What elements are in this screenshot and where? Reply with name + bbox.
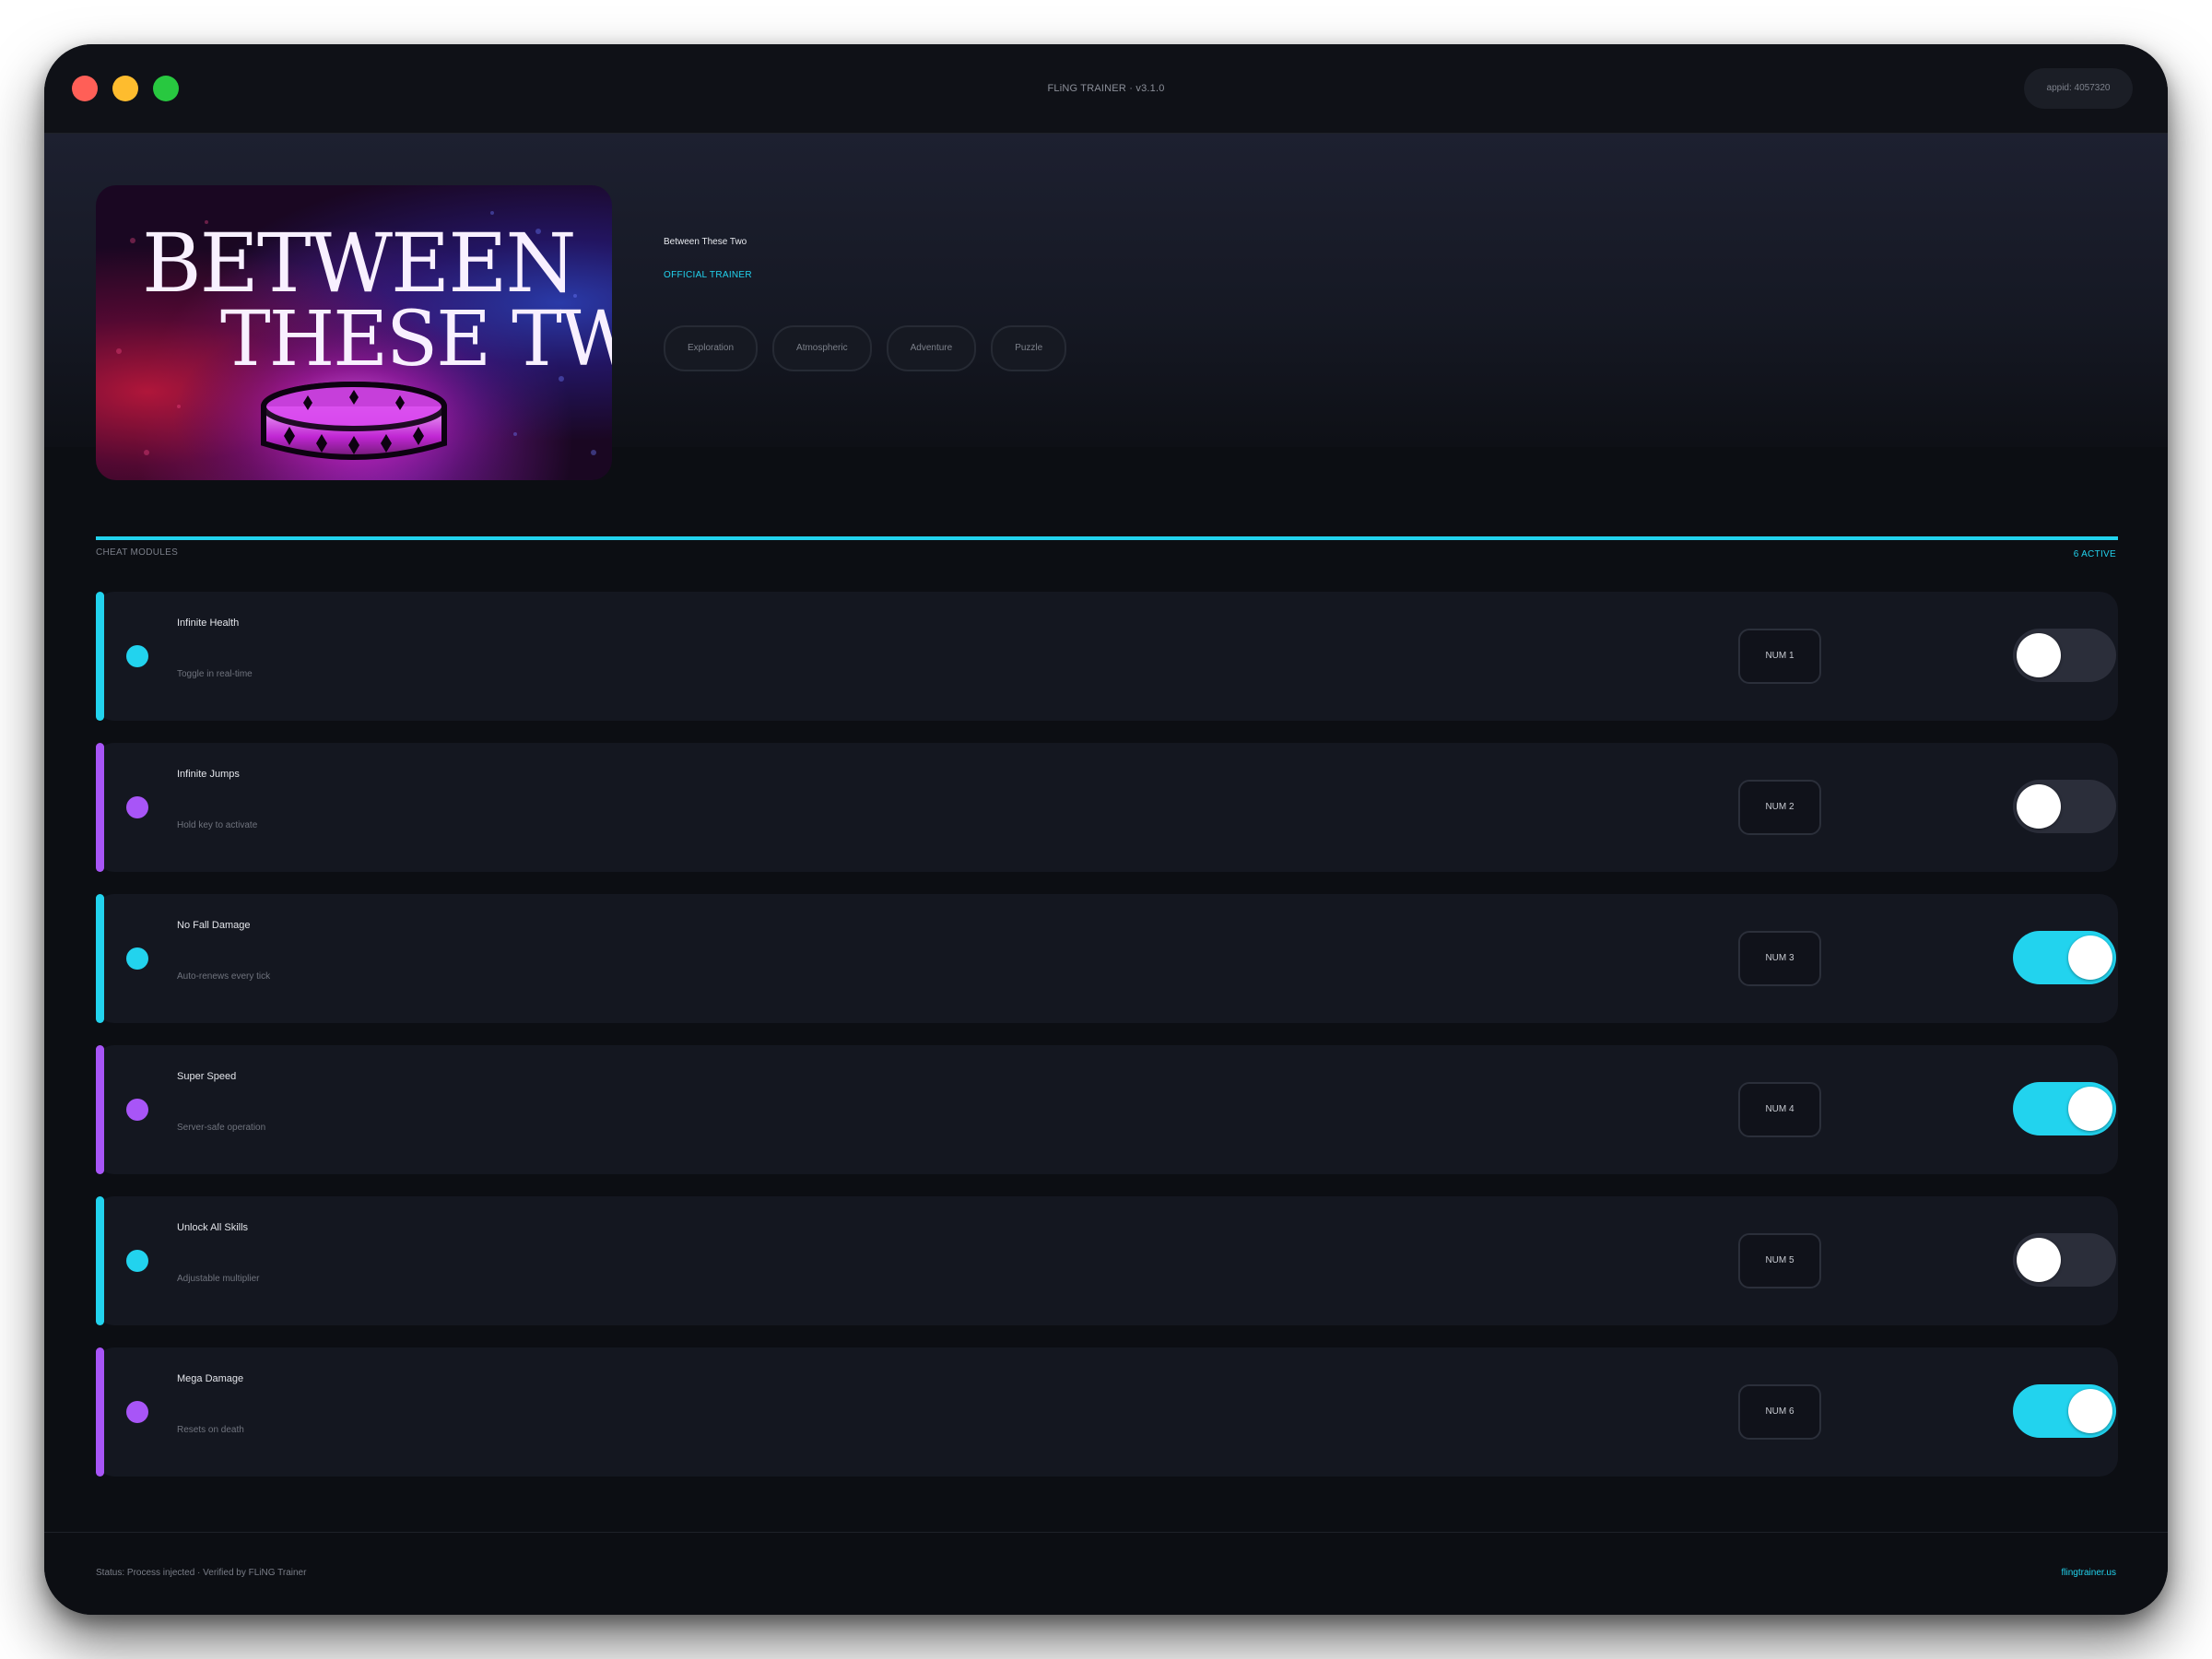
cheat-status-dot <box>126 947 148 970</box>
cheat-name: Super Speed <box>177 1071 237 1082</box>
cheat-description: Server-safe operation <box>177 1123 266 1133</box>
cheat-accent-bar <box>96 1196 104 1325</box>
cheat-status-dot <box>126 645 148 667</box>
cheat-accent-bar <box>96 1045 104 1174</box>
cheat-toggle[interactable] <box>2013 1384 2116 1438</box>
hotkey-button[interactable]: NUM 2 <box>1738 780 1821 835</box>
cheat-row-mega-damage: Mega Damage Resets on death NUM 6 <box>96 1347 2118 1477</box>
cheat-toggle[interactable] <box>2013 1233 2116 1287</box>
cheat-toggle[interactable] <box>2013 629 2116 682</box>
cheat-status-dot <box>126 1401 148 1423</box>
tag-adventure[interactable]: Adventure <box>886 325 977 371</box>
appid-badge: appid: 4057320 <box>2024 68 2133 109</box>
cover-title-line2: THESE TWO <box>220 296 612 383</box>
cheat-description: Toggle in real-time <box>177 669 253 679</box>
section-divider <box>96 536 2118 540</box>
tag-puzzle[interactable]: Puzzle <box>991 325 1067 371</box>
game-cover-art: BETWEEN THESE TWO <box>96 185 612 480</box>
active-count: 6 ACTIVE <box>2073 549 2116 559</box>
toggle-knob <box>2068 1389 2112 1433</box>
toggle-knob <box>2068 1087 2112 1131</box>
cheat-list: Infinite Health Toggle in real-time NUM … <box>96 592 2118 1499</box>
cheat-status-dot <box>126 1250 148 1272</box>
cheat-status-dot <box>126 1099 148 1121</box>
hotkey-button[interactable]: NUM 1 <box>1738 629 1821 684</box>
cheat-row-no-fall-damage: No Fall Damage Auto-renews every tick NU… <box>96 894 2118 1023</box>
genre-tags: Exploration Atmospheric Adventure Puzzle <box>664 325 1067 371</box>
status-text: Status: Process injected · Verified by F… <box>96 1568 307 1578</box>
cheat-row-unlock-all-skills: Unlock All Skills Adjustable multiplier … <box>96 1196 2118 1325</box>
toggle-knob <box>2017 633 2061 677</box>
window-title: FLiNG TRAINER · v3.1.0 <box>1047 83 1165 94</box>
cheat-name: Unlock All Skills <box>177 1222 249 1233</box>
cheat-toggle[interactable] <box>2013 1082 2116 1135</box>
cheat-row-infinite-jumps: Infinite Jumps Hold key to activate NUM … <box>96 743 2118 872</box>
tag-atmospheric[interactable]: Atmospheric <box>772 325 872 371</box>
cheat-toggle[interactable] <box>2013 931 2116 984</box>
cheat-name: Infinite Jumps <box>177 769 240 780</box>
hotkey-button[interactable]: NUM 3 <box>1738 931 1821 986</box>
cheat-accent-bar <box>96 743 104 872</box>
game-header: BETWEEN THESE TWO Between These Two <box>44 134 2168 480</box>
hotkey-button[interactable]: NUM 5 <box>1738 1233 1821 1288</box>
cheat-description: Auto-renews every tick <box>177 971 271 982</box>
cheat-name: Mega Damage <box>177 1373 244 1384</box>
cheat-accent-bar <box>96 592 104 721</box>
section-label: CHEAT MODULES <box>96 547 179 558</box>
tag-exploration[interactable]: Exploration <box>664 325 759 371</box>
cheat-description: Resets on death <box>177 1425 244 1435</box>
cheat-accent-bar <box>96 1347 104 1477</box>
game-title: Between These Two <box>664 237 747 247</box>
cover-artwork-svg: BETWEEN THESE TWO <box>96 185 612 480</box>
cheat-toggle[interactable] <box>2013 780 2116 833</box>
official-trainer-badge: OFFICIAL TRAINER <box>664 270 752 280</box>
cheat-description: Adjustable multiplier <box>177 1274 260 1284</box>
cheat-name: No Fall Damage <box>177 920 251 931</box>
cheat-accent-bar <box>96 894 104 1023</box>
trainer-window: FLiNG TRAINER · v3.1.0 appid: 4057320 BE… <box>44 44 2168 1615</box>
cheat-description: Hold key to activate <box>177 820 258 830</box>
hotkey-button[interactable]: NUM 6 <box>1738 1384 1821 1440</box>
toggle-knob <box>2017 1238 2061 1282</box>
cheat-status-dot <box>126 796 148 818</box>
website-link[interactable]: flingtrainer.us <box>2062 1568 2116 1578</box>
toggle-knob <box>2068 935 2112 980</box>
toggle-knob <box>2017 784 2061 829</box>
cheat-name: Infinite Health <box>177 618 240 629</box>
hotkey-button[interactable]: NUM 4 <box>1738 1082 1821 1137</box>
cheat-row-infinite-health: Infinite Health Toggle in real-time NUM … <box>96 592 2118 721</box>
cheat-row-super-speed: Super Speed Server-safe operation NUM 4 <box>96 1045 2118 1174</box>
status-footer: Status: Process injected · Verified by F… <box>44 1532 2168 1615</box>
title-bar: FLiNG TRAINER · v3.1.0 appid: 4057320 <box>44 44 2168 134</box>
